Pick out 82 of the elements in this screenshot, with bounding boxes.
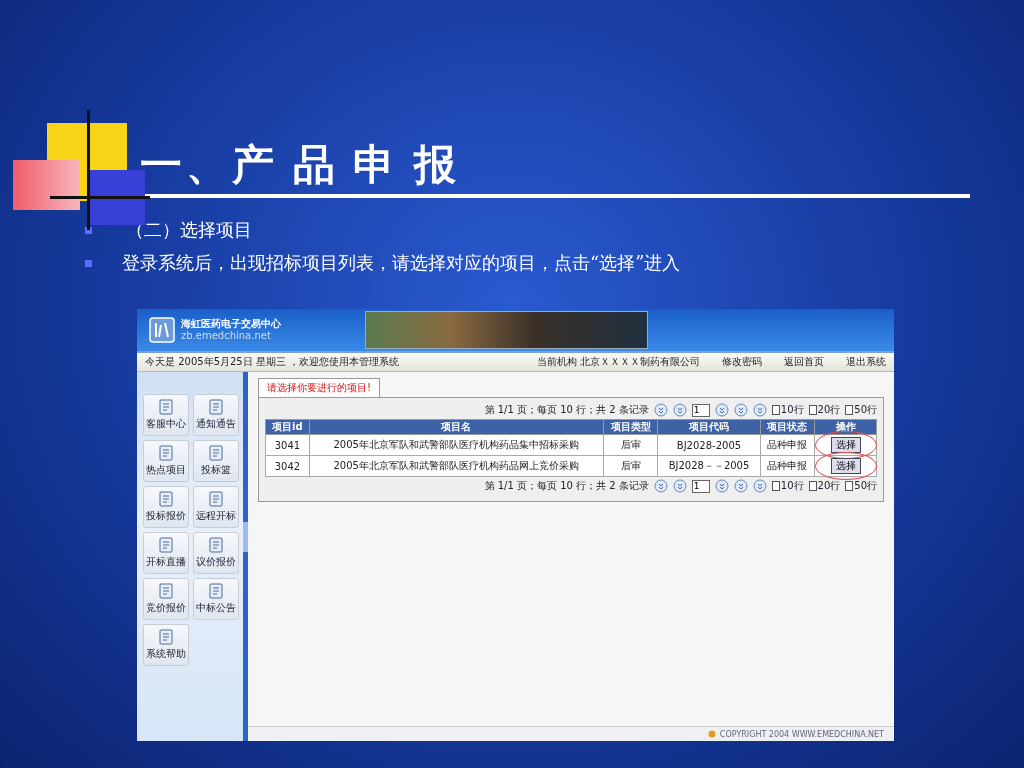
bullet-text: 登录系统后，出现招标项目列表，请选择对应的项目，点击“选择”进入 [122,251,681,275]
table-cell: 品种申报 [760,434,815,456]
page-icon [771,405,780,415]
document-icon [208,445,224,461]
table-cell: BJ2028－－2005 [657,455,761,477]
last-page-button[interactable] [752,403,767,417]
column-header: 项目id [265,419,310,435]
page-icon [845,481,854,491]
page-size-link[interactable]: 20行 [808,403,841,417]
column-header: 操作 [814,419,877,435]
go-button[interactable] [714,479,729,493]
slide-title: 一、产 品 申 报 [140,141,460,190]
sidebar-button[interactable]: 投标报价 [143,486,189,528]
document-icon [208,583,224,599]
sidebar-button[interactable]: 议价报价 [193,532,239,574]
table-cell: 后审 [603,434,658,456]
page-field[interactable]: 1 [691,403,710,417]
site-name: 海虹医药电子交易中心 [181,318,281,330]
sidebar-button[interactable]: 热点项目 [143,440,189,482]
greeting-text: 今天是 2005年5月25日 星期三 ，欢迎您使用本管理系统 [145,355,401,369]
table-cell: 品种申报 [760,455,815,477]
document-icon [158,583,174,599]
document-icon [208,399,224,415]
nav-link[interactable]: 修改密码 [722,355,762,369]
pager-summary: 第 1/1 页；每页 10 行；共 2 条记录 [484,403,649,417]
sidebar-button[interactable]: 竞价报价 [143,578,189,620]
select-button[interactable]: 选择 [830,458,861,474]
table-cell: BJ2028-2005 [657,434,761,456]
next-page-button[interactable] [733,479,748,493]
document-icon [158,629,174,645]
page-size-link[interactable]: 20行 [808,479,841,493]
document-icon [208,491,224,507]
bullet-icon [85,226,92,234]
first-page-button[interactable] [653,403,668,417]
page-icon [808,481,817,491]
next-page-button[interactable] [733,403,748,417]
column-header: 项目状态 [760,419,815,435]
sidebar-button[interactable]: 投标篮 [193,440,239,482]
first-page-button[interactable] [653,479,668,493]
page-icon [808,405,817,415]
page-field[interactable]: 1 [691,479,710,493]
column-header: 项目名 [309,419,604,435]
page-icon [771,481,780,491]
sidebar-button[interactable]: 远程开标 [193,486,239,528]
tab[interactable]: 请选择你要进行的项目! [258,378,380,397]
pager-summary: 第 1/1 页；每页 10 行；共 2 条记录 [484,479,649,493]
logo-icon [149,317,175,343]
page-icon [845,405,854,415]
document-icon [158,399,174,415]
sidebar-button[interactable]: 系统帮助 [143,624,189,666]
table-cell: 2005年北京军队和武警部队医疗机构药品集中招标采购 [309,434,604,456]
bullet-icon [85,259,92,267]
column-header: 项目类型 [603,419,658,435]
page-size-link[interactable]: 50行 [845,403,877,417]
copyright-text: COPYRIGHT 2004 WWW.EMEDCHINA.NET [719,729,884,739]
last-page-button[interactable] [752,479,767,493]
document-icon [158,445,174,461]
site-url: zb.emedchina.net [181,330,272,342]
go-button[interactable] [714,403,729,417]
document-icon [158,537,174,553]
sidebar-button[interactable]: 通知通告 [193,394,239,436]
previous-page-button[interactable] [672,403,687,417]
select-button[interactable]: 选择 [830,437,861,453]
page-size-link[interactable]: 10行 [771,403,804,417]
document-icon [208,537,224,553]
document-icon [158,491,174,507]
organization-text: 当前机构 北京ＸＸＸＸ制药有限公司 [536,355,700,369]
table-cell: 2005年北京军队和武警部队医疗机构药品网上竞价采购 [309,455,604,477]
sidebar-button[interactable]: 开标直播 [143,532,189,574]
column-header: 项目代码 [657,419,761,435]
sidebar-button[interactable]: 客服中心 [143,394,189,436]
page-size-link[interactable]: 10行 [771,479,804,493]
previous-page-button[interactable] [672,479,687,493]
nav-link[interactable]: 返回首页 [784,355,824,369]
sidebar-button[interactable]: 中标公告 [193,578,239,620]
nav-link[interactable]: 退出系统 [846,355,886,369]
table-cell: 3041 [265,434,310,456]
collapse-handle[interactable] [243,522,248,552]
table-cell: 3042 [265,455,310,477]
page-size-link[interactable]: 50行 [845,479,877,493]
circle-icon [707,730,716,738]
table-cell: 后审 [603,455,658,477]
